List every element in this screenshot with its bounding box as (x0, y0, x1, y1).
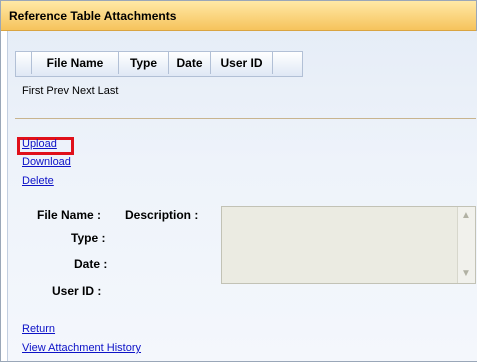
user-id-label: User ID : (52, 284, 102, 298)
pager-next[interactable]: Next (72, 85, 95, 97)
column-header-type[interactable]: Type (119, 52, 169, 74)
content-panel (7, 31, 477, 361)
column-header-user-id[interactable]: User ID (211, 52, 273, 74)
chevron-down-icon[interactable]: ▼ (461, 269, 471, 279)
chevron-up-icon[interactable]: ▲ (461, 211, 471, 221)
description-label: Description : (125, 208, 199, 222)
date-label: Date : (74, 257, 108, 271)
column-header-date[interactable]: Date (169, 52, 211, 74)
description-scrollbar[interactable]: ▲ ▼ (457, 207, 475, 283)
column-header-file-name[interactable]: File Name (32, 52, 119, 74)
section-divider (15, 118, 476, 119)
row-selector-header (16, 52, 32, 74)
pager-last[interactable]: Last (98, 85, 119, 97)
description-textarea[interactable]: ▲ ▼ (221, 206, 476, 284)
file-name-label: File Name : (37, 208, 102, 222)
pager-prev[interactable]: Prev (46, 85, 69, 97)
window-title: Reference Table Attachments (9, 9, 177, 23)
download-link[interactable]: Download (22, 156, 71, 168)
table-header-filler (273, 52, 300, 74)
return-link[interactable]: Return (22, 323, 55, 335)
delete-link[interactable]: Delete (22, 175, 54, 187)
pager: First Prev Next Last (22, 85, 121, 97)
pager-first[interactable]: First (22, 85, 43, 97)
upload-link[interactable]: Upload (22, 138, 57, 150)
attachments-window: Reference Table Attachments File Name Ty… (0, 0, 477, 362)
title-bar: Reference Table Attachments (1, 1, 476, 31)
type-label: Type : (71, 231, 106, 245)
attachments-table-header: File Name Type Date User ID (15, 51, 303, 77)
view-attachment-history-link[interactable]: View Attachment History (22, 342, 141, 354)
